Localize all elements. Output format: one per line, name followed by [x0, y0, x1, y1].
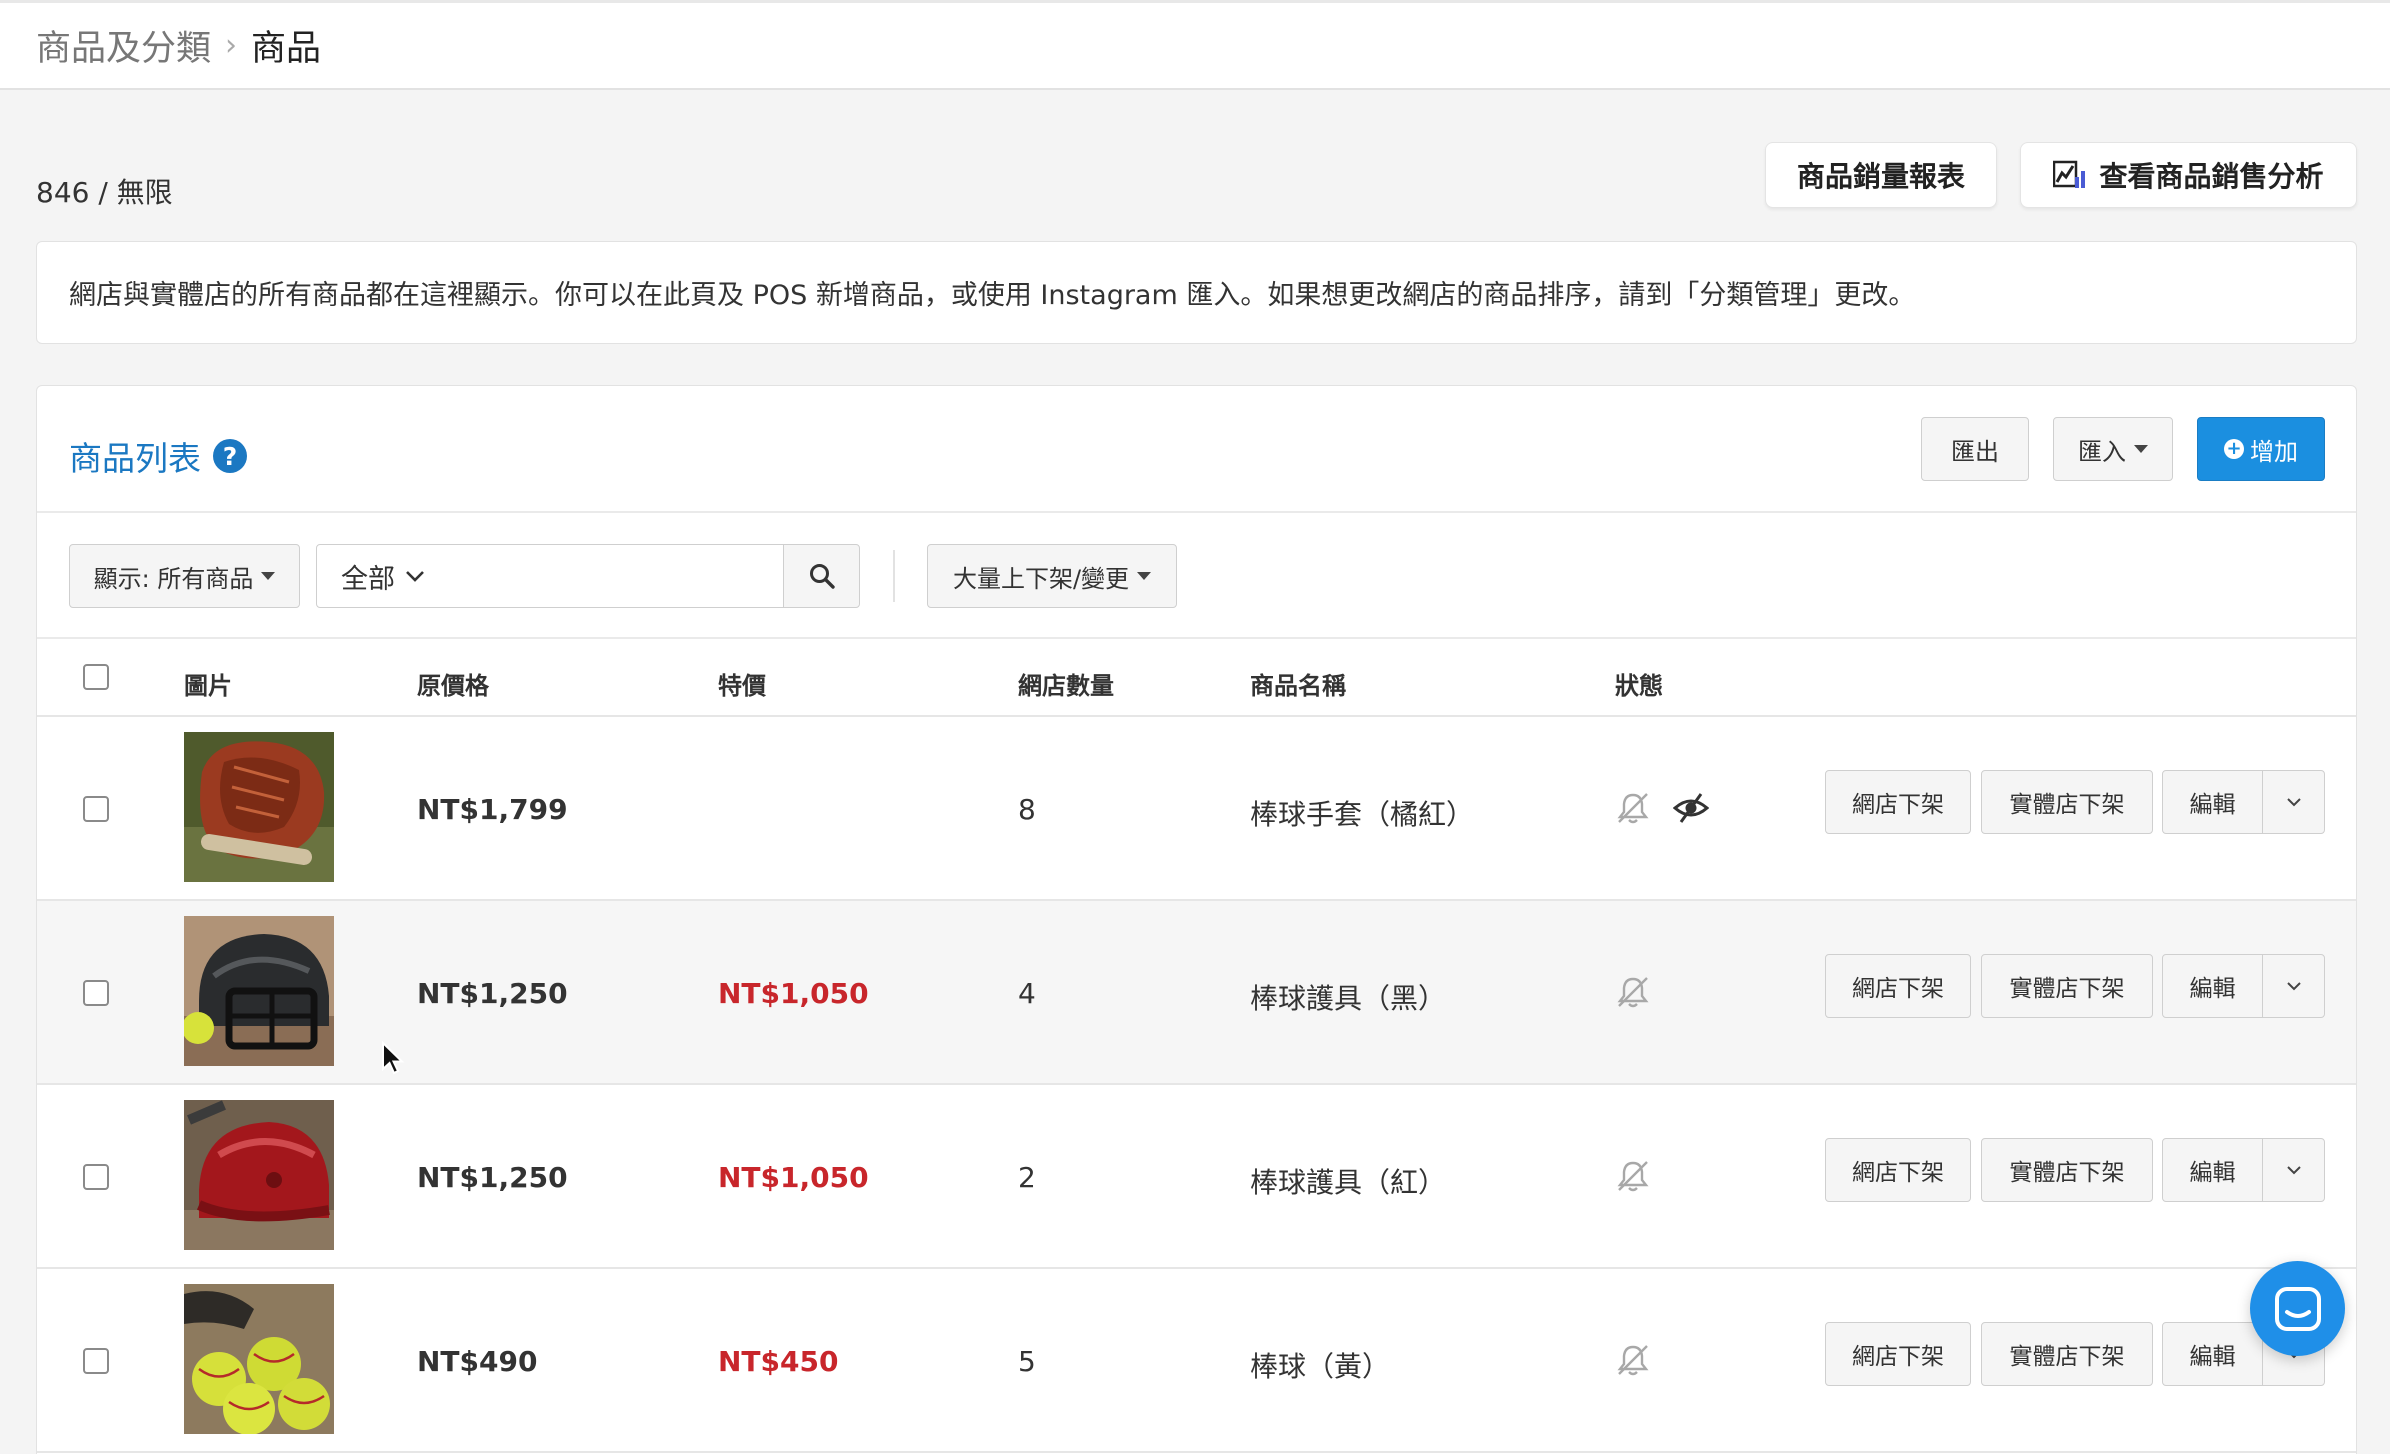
breadcrumb-separator-icon: ›	[225, 28, 238, 63]
search-button[interactable]	[783, 544, 860, 608]
more-actions-button[interactable]	[2262, 770, 2325, 834]
column-header-image: 圖片	[184, 672, 232, 700]
product-quota: 846 / 無限	[36, 176, 173, 209]
product-qty: 4	[1018, 977, 1036, 1010]
panel-title: 商品列表 ?	[69, 432, 247, 480]
table-row: NT$490 NT$450 5 棒球（黃） 網店下架 實體店下架 編輯	[37, 1269, 2356, 1453]
export-button[interactable]: 匯出	[1921, 417, 2029, 481]
sales-analysis-button[interactable]: 查看商品銷售分析	[2020, 142, 2357, 208]
search-scope-label: 全部	[341, 563, 395, 595]
column-header-qty: 網店數量	[1018, 672, 1114, 700]
sales-report-button[interactable]: 商品銷量報表	[1765, 142, 1997, 208]
sales-analysis-label: 查看商品銷售分析	[2099, 160, 2324, 193]
bulk-action-dropdown[interactable]: 大量上下架/變更	[927, 544, 1177, 608]
column-header-sale: 特價	[718, 672, 766, 700]
add-label: 增加	[2250, 437, 2298, 466]
bell-off-icon	[1617, 1345, 1649, 1376]
physical-store-off-button[interactable]: 實體店下架	[1981, 1322, 2153, 1386]
product-name[interactable]: 棒球手套（橘紅）	[1250, 793, 1474, 833]
physical-store-off-button[interactable]: 實體店下架	[1981, 770, 2153, 834]
display-filter-dropdown[interactable]: 顯示: 所有商品	[69, 544, 300, 608]
notice-text: 網店與實體店的所有商品都在這裡顯示。你可以在此頁及 POS 新增商品，或使用 I…	[69, 280, 1916, 311]
edit-button[interactable]: 編輯	[2162, 1138, 2263, 1202]
chat-icon	[2274, 1286, 2321, 1331]
physical-store-off-button[interactable]: 實體店下架	[1981, 1138, 2153, 1202]
chevron-down-icon	[2286, 1166, 2301, 1175]
mouse-cursor-icon	[382, 1041, 405, 1075]
breadcrumb: 商品及分類 › 商品	[0, 0, 2390, 90]
breadcrumb-current: 商品	[251, 29, 322, 69]
product-qty: 2	[1018, 1161, 1036, 1194]
product-price: NT$1,250	[417, 977, 568, 1010]
plus-circle-icon: +	[2224, 439, 2244, 459]
chevron-down-icon	[2286, 798, 2301, 807]
help-icon[interactable]: ?	[213, 439, 247, 473]
edit-button[interactable]: 編輯	[2162, 954, 2263, 1018]
import-label: 匯入	[2078, 437, 2126, 466]
select-all-checkbox[interactable]	[83, 664, 109, 690]
row-checkbox[interactable]	[83, 1348, 109, 1374]
edit-button[interactable]: 編輯	[2162, 770, 2263, 834]
caret-down-icon	[1137, 572, 1152, 580]
bell-off-icon	[1617, 1161, 1649, 1192]
chevron-down-icon	[2286, 982, 2301, 991]
more-actions-button[interactable]	[2262, 954, 2325, 1018]
physical-store-off-button[interactable]: 實體店下架	[1981, 954, 2153, 1018]
import-dropdown-button[interactable]: 匯入	[2053, 417, 2173, 481]
column-header-status: 狀態	[1615, 672, 1663, 700]
column-header-name: 商品名稱	[1250, 672, 1346, 700]
edit-button[interactable]: 編輯	[2162, 1322, 2263, 1386]
product-sale-price: NT$1,050	[718, 977, 869, 1010]
add-product-button[interactable]: + 增加	[2197, 417, 2325, 481]
product-sale-price: NT$450	[718, 1345, 839, 1378]
product-name[interactable]: 棒球護具（黑）	[1250, 977, 1446, 1017]
analytics-chart-icon	[2053, 160, 2086, 188]
caret-down-icon	[261, 572, 276, 580]
search-input[interactable]	[447, 544, 821, 608]
chevron-down-icon	[406, 571, 424, 582]
table-header: 圖片 原價格 特價 網店數量 商品名稱 狀態	[37, 639, 2356, 717]
online-store-off-button[interactable]: 網店下架	[1825, 954, 1971, 1018]
table-row: NT$1,799 8 棒球手套（橘紅） 網店下架 實體店下架 編輯	[37, 717, 2356, 901]
product-qty: 5	[1018, 1345, 1036, 1378]
breadcrumb-parent-link[interactable]: 商品及分類	[36, 20, 211, 71]
info-notice: 網店與實體店的所有商品都在這裡顯示。你可以在此頁及 POS 新增商品，或使用 I…	[36, 241, 2357, 344]
product-price: NT$1,799	[417, 793, 568, 826]
product-image[interactable]	[184, 1284, 334, 1434]
online-store-off-button[interactable]: 網店下架	[1825, 1322, 1971, 1386]
column-header-price: 原價格	[417, 672, 489, 700]
search-icon	[809, 564, 835, 589]
filter-bar: 顯示: 所有商品 全部 大量上下架/變更	[37, 513, 2356, 639]
row-checkbox[interactable]	[83, 796, 109, 822]
more-actions-button[interactable]	[2262, 1138, 2325, 1202]
product-price: NT$490	[417, 1345, 538, 1378]
caret-down-icon	[2134, 445, 2148, 453]
product-image[interactable]	[184, 916, 334, 1066]
product-name[interactable]: 棒球護具（紅）	[1250, 1161, 1446, 1201]
chat-support-button[interactable]	[2250, 1261, 2345, 1356]
bulk-action-label: 大量上下架/變更	[952, 564, 1130, 593]
product-image[interactable]	[184, 732, 334, 882]
panel-header: 商品列表 ? 匯出 匯入 + 增加	[37, 386, 2356, 513]
product-image[interactable]	[184, 1100, 334, 1250]
online-store-off-button[interactable]: 網店下架	[1825, 770, 1971, 834]
row-checkbox[interactable]	[83, 980, 109, 1006]
row-checkbox[interactable]	[83, 1164, 109, 1190]
product-list-panel: 商品列表 ? 匯出 匯入 + 增加 顯示: 所有商品 全部 大量上下架/變更 圖…	[36, 385, 2357, 1454]
product-sale-price: NT$1,050	[718, 1161, 869, 1194]
eye-off-icon	[1673, 793, 1709, 823]
bell-off-icon	[1617, 977, 1649, 1008]
bell-off-icon	[1617, 793, 1649, 824]
panel-title-text: 商品列表	[69, 439, 201, 478]
product-name[interactable]: 棒球（黃）	[1250, 1345, 1390, 1385]
filter-divider	[893, 550, 895, 602]
search-scope-select[interactable]: 全部	[316, 544, 448, 608]
display-filter-label: 顯示: 所有商品	[93, 564, 254, 593]
online-store-off-button[interactable]: 網店下架	[1825, 1138, 1971, 1202]
product-price: NT$1,250	[417, 1161, 568, 1194]
table-row: NT$1,250 NT$1,050 2 棒球護具（紅） 網店下架 實體店下架 編…	[37, 1085, 2356, 1269]
product-qty: 8	[1018, 793, 1036, 826]
